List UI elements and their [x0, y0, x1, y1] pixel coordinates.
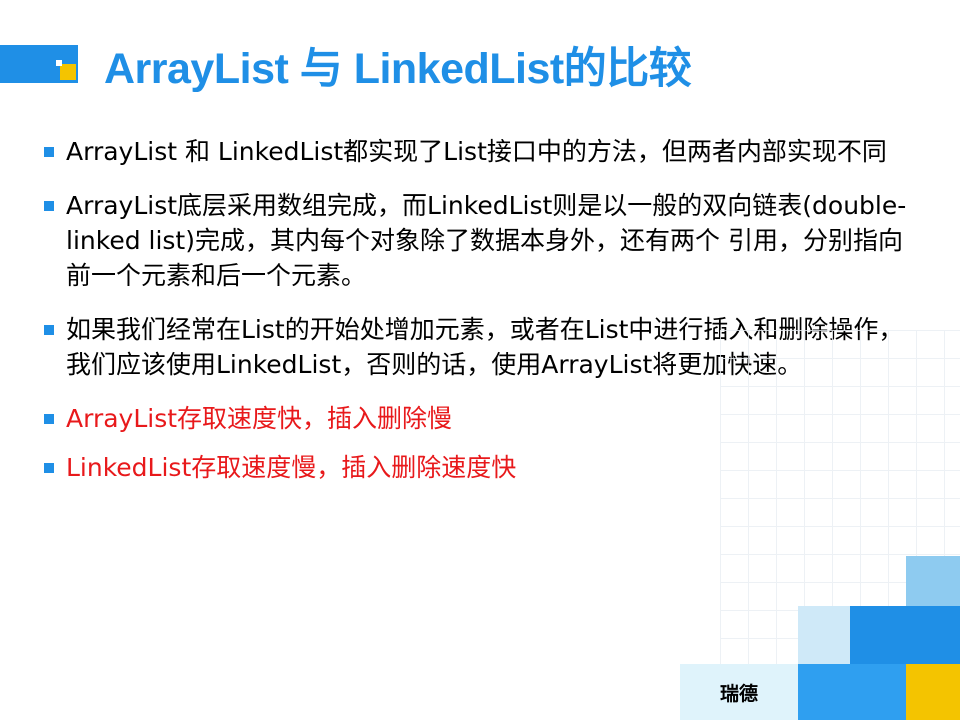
decorative-block	[798, 606, 850, 664]
bullet-square-icon	[44, 147, 54, 157]
footer-label: 瑞德	[680, 664, 798, 720]
bullet-text: ArrayList 和 LinkedList都实现了List接口中的方法，但两者…	[66, 137, 887, 166]
decorative-block	[850, 606, 960, 664]
decorative-block	[906, 556, 960, 606]
slide-title: ArrayList 与 LinkedList的比较	[104, 45, 692, 93]
title-accent-notch	[56, 60, 62, 66]
bullet-text: ArrayList底层采用数组完成，而LinkedList则是以一般的双向链表(…	[66, 191, 907, 290]
decorative-block	[906, 664, 960, 720]
decorative-block	[798, 664, 906, 720]
bullet-square-icon	[44, 463, 54, 473]
bullet-square-icon	[44, 325, 54, 335]
title-accent-square	[60, 64, 76, 80]
bullet-square-icon	[44, 414, 54, 424]
bullet-square-icon	[44, 201, 54, 211]
bullet-item: ArrayList底层采用数组完成，而LinkedList则是以一般的双向链表(…	[44, 188, 924, 293]
bullet-item: ArrayList 和 LinkedList都实现了List接口中的方法，但两者…	[44, 134, 924, 169]
